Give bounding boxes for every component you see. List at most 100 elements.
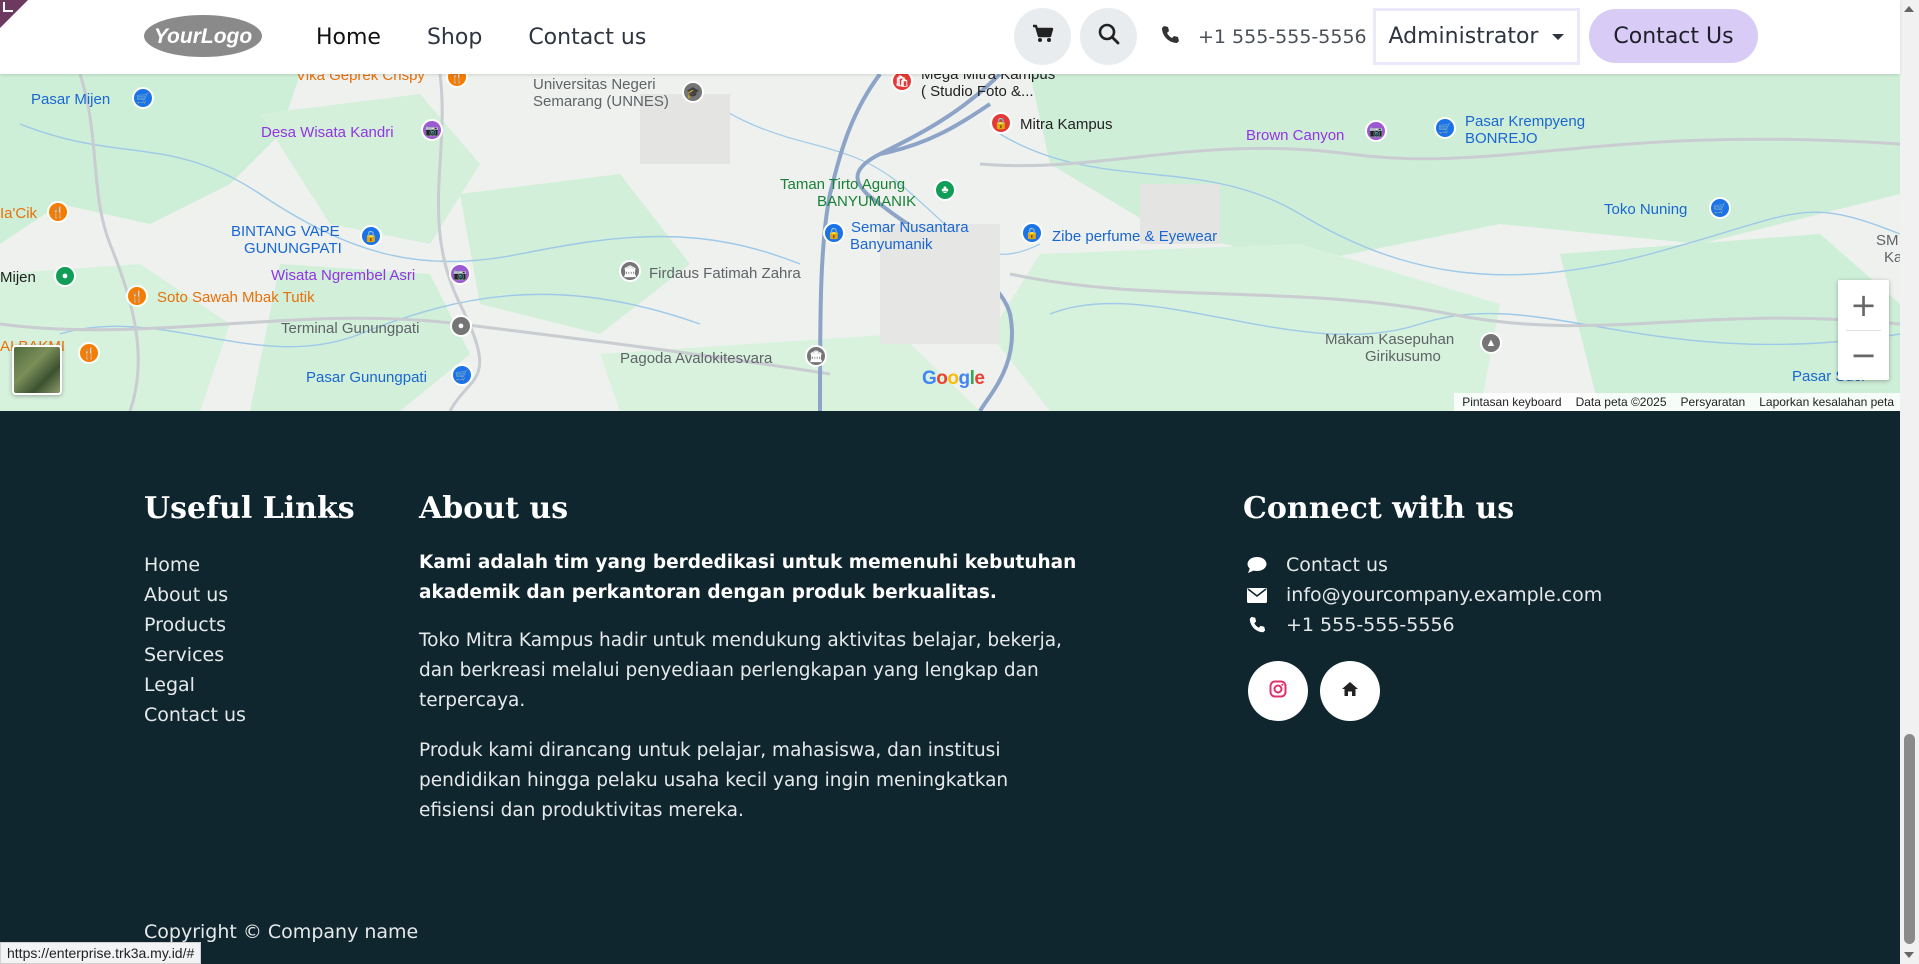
map-label[interactable]: Banyumanik bbox=[850, 236, 933, 253]
connect-phone-label: +1 555-555-5556 bbox=[1286, 614, 1455, 636]
map-label[interactable]: Ka bbox=[1884, 249, 1900, 266]
place-pin-icon[interactable]: ● bbox=[54, 265, 76, 287]
connect-title: Connect with us bbox=[1243, 491, 1515, 526]
phone-icon bbox=[1160, 25, 1180, 50]
connect-contact-label: Contact us bbox=[1286, 554, 1388, 576]
map-label[interactable]: ( Studio Foto &... bbox=[921, 83, 1034, 100]
envelope-icon bbox=[1246, 587, 1268, 603]
footer-link-legal[interactable]: Legal bbox=[144, 670, 246, 700]
useful-links-title: Useful Links bbox=[144, 491, 355, 526]
map-label[interactable]: BANYUMANIK bbox=[817, 193, 916, 210]
restaurant-pin-icon[interactable]: 🍴 bbox=[126, 285, 148, 307]
keyboard-shortcuts-link[interactable]: Pintasan keyboard bbox=[1462, 395, 1561, 409]
search-button[interactable] bbox=[1080, 8, 1137, 65]
site-footer: Useful Links Home About us Products Serv… bbox=[0, 411, 1900, 964]
map-label[interactable]: Semar Nusantara bbox=[851, 219, 969, 236]
camera-pin-icon[interactable]: 📷 bbox=[449, 263, 471, 285]
map-label[interactable]: Vika Geprek Crispy bbox=[296, 74, 425, 84]
map-label[interactable]: Universitas Negeri bbox=[533, 76, 656, 93]
map-label[interactable]: Terminal Gunungpati bbox=[281, 320, 419, 337]
museum-pin-icon[interactable]: 🏛 bbox=[619, 260, 641, 282]
shopping-cart-pin-icon[interactable]: 🛒 bbox=[1709, 197, 1731, 219]
map-label[interactable]: Pasar Mijen bbox=[31, 91, 110, 108]
camera-pin-icon[interactable]: 📷 bbox=[1365, 120, 1387, 142]
park-pin-icon[interactable]: ♣ bbox=[934, 179, 956, 201]
scrollbar-thumb[interactable] bbox=[1904, 734, 1915, 944]
map-label[interactable]: Wisata Ngrembel Asri bbox=[271, 267, 415, 284]
zoom-out-button[interactable]: − bbox=[1838, 330, 1889, 380]
map-label[interactable]: Mega Mitra Kampus bbox=[921, 74, 1055, 83]
map-label[interactable]: Makam Kasepuhan bbox=[1325, 331, 1454, 348]
map-label[interactable]: Semarang (UNNES) bbox=[533, 93, 669, 110]
map-label[interactable]: Zibe perfume & Eyewear bbox=[1052, 228, 1217, 245]
footer-link-home[interactable]: Home bbox=[144, 550, 246, 580]
contact-us-button[interactable]: Contact Us bbox=[1589, 9, 1758, 63]
map-label[interactable]: SM bbox=[1876, 232, 1899, 249]
map-label[interactable]: GUNUNGPATI bbox=[244, 240, 342, 257]
shopping-bag-pin-icon[interactable]: 🔒 bbox=[360, 225, 382, 247]
map-label[interactable]: Soto Sawah Mbak Tutik bbox=[157, 289, 315, 306]
footer-link-products[interactable]: Products bbox=[144, 610, 246, 640]
shopping-cart-pin-icon[interactable]: 🛒 bbox=[132, 87, 154, 109]
home-icon bbox=[1341, 681, 1359, 702]
instagram-button[interactable] bbox=[1248, 661, 1308, 721]
connect-email[interactable]: info@yourcompany.example.com bbox=[1246, 580, 1602, 610]
camera-pin-icon[interactable]: 📷 bbox=[421, 119, 443, 141]
map-label[interactable]: Toko Nuning bbox=[1604, 201, 1687, 218]
comment-icon bbox=[1246, 556, 1268, 574]
map-label[interactable]: Mitra Kampus bbox=[1020, 116, 1113, 133]
nav-contact-us[interactable]: Contact us bbox=[528, 25, 646, 50]
site-logo[interactable]: YourLogo bbox=[143, 13, 263, 59]
temple-pin-icon[interactable]: 🏛 bbox=[805, 345, 827, 367]
school-pin-icon[interactable]: 🎓 bbox=[682, 81, 704, 103]
map-label[interactable]: Taman Tirto Agung bbox=[780, 176, 905, 193]
shopping-cart-pin-icon[interactable]: 🛒 bbox=[451, 364, 473, 386]
map-label[interactable]: Pagoda Avalokitesvara bbox=[620, 350, 772, 367]
bus-terminal-pin-icon[interactable]: ● bbox=[450, 315, 472, 337]
map-layers-toggle[interactable] bbox=[12, 345, 62, 395]
header-phone[interactable]: +1 555-555-5556 bbox=[1160, 0, 1367, 74]
map-label[interactable]: Brown Canyon bbox=[1246, 127, 1344, 144]
instagram-icon bbox=[1269, 680, 1287, 703]
map-label[interactable]: Firdaus Fatimah Zahra bbox=[649, 265, 801, 282]
svg-text:YourLogo: YourLogo bbox=[154, 25, 253, 48]
caret-down-icon bbox=[1552, 33, 1565, 40]
shopping-bag-pin-icon[interactable]: 🔒 bbox=[1021, 222, 1043, 244]
map-label[interactable]: Ia'Cik bbox=[0, 205, 37, 222]
shopping-bag-pin-icon[interactable]: 🔒 bbox=[990, 112, 1012, 134]
scroll-down-arrow-icon[interactable] bbox=[1904, 952, 1914, 958]
footer-link-services[interactable]: Services bbox=[144, 640, 246, 670]
nav-home[interactable]: Home bbox=[316, 25, 381, 50]
home-button[interactable] bbox=[1320, 661, 1380, 721]
map-label[interactable]: Desa Wisata Kandri bbox=[261, 124, 394, 141]
restaurant-pin-icon[interactable]: 🍴 bbox=[78, 342, 100, 364]
map-label[interactable]: BINTANG VAPE bbox=[231, 223, 340, 240]
map-label[interactable]: Pasar Gunungpati bbox=[306, 369, 427, 386]
nav-shop[interactable]: Shop bbox=[427, 25, 482, 50]
footer-link-contact-us[interactable]: Contact us bbox=[144, 700, 246, 730]
connect-phone[interactable]: +1 555-555-5556 bbox=[1246, 610, 1602, 640]
cart-button[interactable] bbox=[1014, 8, 1071, 65]
footer-link-about-us[interactable]: About us bbox=[144, 580, 246, 610]
monument-pin-icon[interactable]: ▲ bbox=[1480, 332, 1502, 354]
connect-contact-us[interactable]: Contact us bbox=[1246, 550, 1602, 580]
zoom-in-button[interactable]: + bbox=[1838, 280, 1889, 330]
administrator-dropdown[interactable]: Administrator bbox=[1373, 8, 1580, 65]
terms-link[interactable]: Persyaratan bbox=[1681, 395, 1746, 409]
embedded-map[interactable]: 🛒 🍴 🎓 🛍 🔒 📷 🛒 📷 ♣ 🍴 🔒 🔒 🔒 🛒 ● 📷 🏛 🍴 ● ▲ … bbox=[0, 74, 1900, 411]
scroll-up-arrow-icon[interactable] bbox=[1904, 6, 1914, 12]
useful-links-list: Home About us Products Services Legal Co… bbox=[144, 550, 246, 730]
map-label[interactable]: Pasar Krempyeng bbox=[1465, 113, 1585, 130]
map-label[interactable]: BONREJO bbox=[1465, 130, 1538, 147]
map-label[interactable]: Girikusumo bbox=[1365, 348, 1441, 365]
edit-corner-icon bbox=[3, 2, 13, 12]
google-logo: Google bbox=[922, 368, 985, 389]
shopping-cart-pin-icon[interactable]: 🛒 bbox=[1434, 117, 1456, 139]
page-scrollbar[interactable] bbox=[1900, 0, 1919, 964]
report-error-link[interactable]: Laporkan kesalahan peta bbox=[1759, 395, 1894, 409]
map-label[interactable]: Mijen bbox=[0, 269, 36, 286]
shopping-bag-pin-icon[interactable]: 🔒 bbox=[823, 222, 845, 244]
header-phone-text: +1 555-555-5556 bbox=[1198, 26, 1367, 48]
connect-email-label: info@yourcompany.example.com bbox=[1286, 584, 1603, 606]
restaurant-pin-icon[interactable]: 🍴 bbox=[47, 201, 69, 223]
